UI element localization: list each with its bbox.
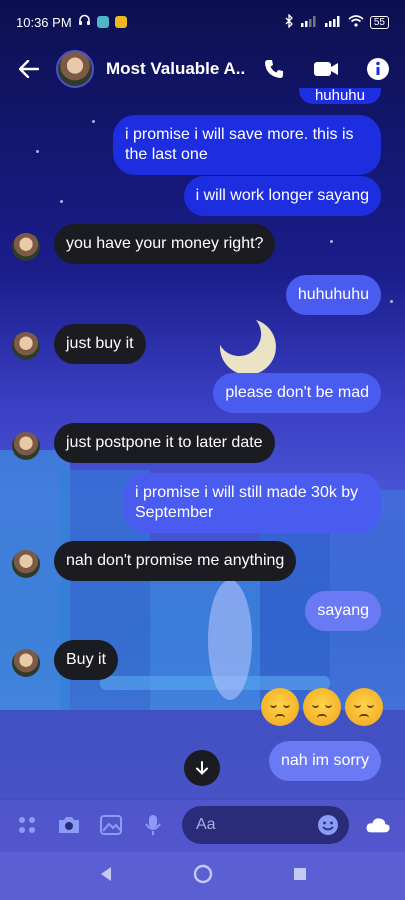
contact-avatar [12, 233, 40, 261]
headset-icon [78, 14, 91, 30]
back-triangle-icon[interactable] [99, 866, 113, 887]
bluetooth-icon [284, 12, 294, 31]
arrow-down-icon [196, 761, 208, 775]
message-bubble-outgoing[interactable]: huhuhuhu [285, 275, 381, 315]
back-arrow-icon[interactable] [14, 54, 44, 84]
message-bubble-outgoing[interactable]: i promise i will save more. this is the … [113, 115, 381, 175]
emoji-message[interactable] [261, 688, 383, 726]
pensive-face-emoji [345, 688, 383, 726]
contact-avatar [12, 550, 40, 578]
system-navigation-bar [0, 852, 405, 900]
pensive-face-emoji [261, 688, 299, 726]
message-bubble-incoming[interactable]: just buy it [54, 324, 146, 364]
apps-grid-icon[interactable] [14, 812, 40, 838]
contact-avatar [12, 432, 40, 460]
app-notification-icon [114, 16, 127, 28]
message-input-placeholder: Aa [196, 816, 216, 833]
contact-avatar [12, 649, 40, 677]
contact-avatar[interactable] [56, 50, 94, 88]
message-bubble-outgoing[interactable]: please don't be mad [213, 373, 381, 413]
message-bubble-outgoing[interactable]: nah im sorry [268, 741, 381, 781]
clock: 10:36 PM [16, 14, 72, 30]
app-notification-icon [96, 16, 109, 28]
phone-call-icon[interactable] [261, 56, 287, 82]
video-call-icon[interactable] [313, 56, 339, 82]
message-composer: Aa [0, 798, 405, 852]
message-bubble-incoming[interactable]: you have your money right? [54, 224, 276, 264]
status-bar: 10:36 PM 55 [0, 0, 405, 44]
microphone-icon[interactable] [140, 812, 166, 838]
camera-icon[interactable] [56, 812, 82, 838]
signal-icon [324, 15, 342, 30]
message-bubble-incoming[interactable]: Buy it [54, 640, 119, 680]
message-bubble-outgoing[interactable]: sayang [305, 591, 381, 631]
info-icon[interactable] [365, 56, 391, 82]
scroll-to-bottom-button[interactable] [184, 750, 220, 786]
battery-icon: 55 [369, 15, 389, 29]
message-input[interactable]: Aa [182, 806, 349, 844]
gallery-icon[interactable] [98, 812, 124, 838]
pensive-face-emoji [303, 688, 341, 726]
signal-icon [300, 15, 318, 30]
cloud-icon[interactable] [365, 812, 391, 838]
message-bubble-incoming[interactable]: just postpone it to later date [54, 423, 275, 463]
recents-square-icon[interactable] [293, 867, 307, 886]
chat-title[interactable]: Most Valuable A... [106, 59, 246, 79]
message-bubble-outgoing[interactable]: i promise i will still made 30k by Septe… [123, 473, 381, 533]
message-bubble-outgoing[interactable]: huhuhu [298, 88, 381, 104]
home-circle-icon[interactable] [193, 864, 213, 889]
contact-avatar [12, 332, 40, 360]
chat-header: Most Valuable A... [0, 44, 405, 94]
emoji-smiley-icon[interactable] [317, 814, 339, 836]
message-bubble-outgoing[interactable]: i will work longer sayang [183, 176, 381, 216]
wifi-icon [348, 14, 364, 30]
message-bubble-incoming[interactable]: nah don't promise me anything [54, 541, 297, 581]
